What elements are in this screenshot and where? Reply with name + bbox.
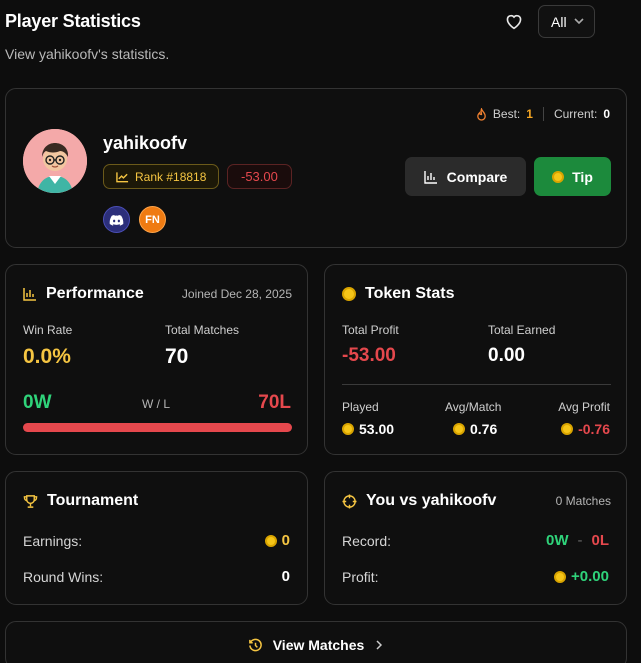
round-wins-value: 0 [281,568,290,585]
chevron-down-icon [574,18,584,25]
avatar [23,129,87,193]
crosshair-icon [342,493,357,509]
win-rate-value: 0.0% [23,345,71,368]
win-rate-label: Win Rate [23,323,73,337]
rank-badge: Rank #18818 [103,164,220,189]
streak-info: Best: 1 Current: 0 [476,107,610,121]
tournament-title: Tournament [23,492,138,510]
username: yahikoofv [103,133,188,153]
record-losses: 0L [591,532,609,549]
streak-current-label: Current: [553,107,598,121]
total-earned-label: Total Earned [488,323,556,337]
versus-profit-stat: +0.00 [554,568,609,585]
performance-title-text: Performance [46,285,144,302]
view-matches-label: View Matches [272,637,365,653]
performance-card: Performance Joined Dec 28, 2025 Win Rate… [5,264,308,455]
versus-title-text: You vs yahikoofv [366,492,497,509]
compare-button[interactable]: Compare [405,157,526,196]
coin-icon [561,423,574,435]
token-stats-title-text: Token Stats [365,285,455,302]
win-loss-bar [23,423,292,432]
avg-match-stat: 0.76 [453,421,497,437]
chevron-right-icon [376,640,383,650]
total-matches-value: 70 [165,345,189,368]
streak-divider [542,107,544,121]
versus-matches: 0 Matches [555,494,611,508]
versus-title: You vs yahikoofv [342,492,496,510]
favorite-button[interactable] [502,9,526,33]
losses-count: 70L [258,392,291,413]
played-stat: 53.00 [342,421,394,437]
avg-profit-value: -0.76 [578,421,610,437]
page-subtitle: View yahikoofv's statistics. [5,46,170,62]
view-matches-button[interactable]: View Matches [5,621,627,663]
coin-icon [453,423,465,435]
total-profit-label: Total Profit [342,323,399,337]
performance-title: Performance [23,285,144,303]
history-icon [248,638,262,651]
avg-match-value: 0.76 [470,421,498,437]
wins-count: 0W [23,392,52,413]
coin-icon [342,287,356,301]
profit-badge: -53.00 [227,164,292,189]
profile-card: Best: 1 Current: 0 yahikoofv Rank #18818… [5,88,627,248]
record-label: Record: [342,533,392,549]
coin-icon [552,170,565,183]
streak-best-value: 1 [526,107,533,121]
earnings-label: Earnings: [23,533,83,549]
filter-select-value: All [551,13,567,30]
tournament-card: Tournament Earnings: 0 Round Wins: 0 [5,471,308,605]
trophy-icon [23,494,38,508]
discord-link[interactable] [103,206,130,233]
avg-profit-stat: -0.76 [561,421,610,437]
record-wins: 0W [545,532,569,549]
wl-label: W / L [142,397,171,411]
earnings-stat: 0 [264,532,290,549]
fn-link[interactable]: FN [139,206,166,233]
joined-date: Joined Dec 28, 2025 [181,287,292,301]
versus-card: You vs yahikoofv 0 Matches Record: 0W - … [324,471,627,605]
round-wins-label: Round Wins: [23,569,104,585]
coin-icon [264,534,277,547]
record-stat: 0W - 0L [546,532,609,549]
avg-match-label: Avg/Match [445,400,502,414]
compare-button-label: Compare [446,168,508,185]
rank-label: Rank #18818 [135,169,207,184]
bar-chart-icon [23,288,36,301]
versus-profit-value: +0.00 [571,568,609,585]
avg-profit-label: Avg Profit [558,400,610,414]
streak-current-value: 0 [603,107,610,121]
streak-best-label: Best: [492,107,521,121]
total-matches-label: Total Matches [165,323,240,337]
coin-icon [554,570,567,583]
fn-badge-label: FN [145,213,160,226]
record-separator: - [577,532,583,549]
page-title: Player Statistics [5,11,141,31]
bar-chart-icon [423,170,437,184]
tournament-title-text: Tournament [47,492,139,509]
played-label: Played [342,400,379,414]
heart-icon [506,14,522,30]
tip-button-label: Tip [572,168,593,185]
profit-label: Profit: [342,569,379,585]
earnings-value: 0 [281,532,290,549]
token-stats-title: Token Stats [342,285,455,303]
filter-select[interactable]: All [538,5,595,38]
flame-icon [477,107,486,121]
played-value: 53.00 [359,421,395,437]
tip-button[interactable]: Tip [534,157,611,196]
coin-icon [342,423,354,435]
divider [342,384,611,385]
discord-icon [109,214,124,226]
total-earned-value: 0.00 [488,345,525,366]
token-stats-card: Token Stats Total Profit -53.00 Total Ea… [324,264,627,455]
trend-chart-icon [116,171,129,182]
total-profit-value: -53.00 [342,345,396,366]
